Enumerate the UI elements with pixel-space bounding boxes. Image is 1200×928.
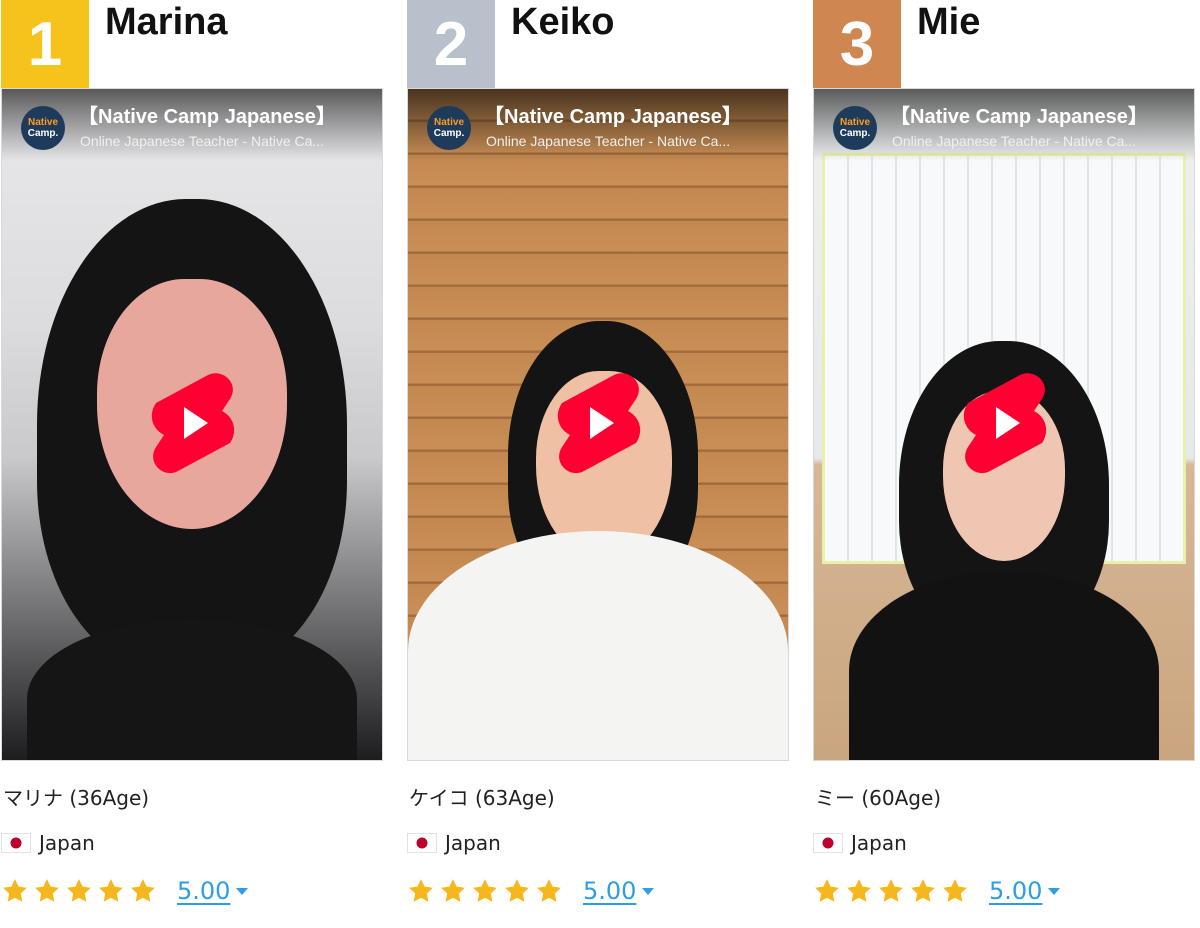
- country-name: Japan: [445, 831, 501, 855]
- youtube-shorts-play-icon[interactable]: [150, 371, 236, 475]
- rank-badge: 3: [813, 0, 901, 88]
- star-icon: [35, 879, 59, 902]
- video-header: Native Camp. 【Native Camp Japanese】 Onli…: [408, 89, 788, 161]
- rating-score-link[interactable]: 5.00: [989, 876, 1042, 906]
- star-icon: [911, 879, 935, 902]
- channel-logo[interactable]: Native Camp.: [833, 106, 877, 150]
- star-icon: [505, 879, 529, 902]
- star-rating: [407, 877, 563, 905]
- star-icon: [409, 879, 433, 902]
- japan-flag-icon: [407, 833, 437, 853]
- japan-flag-icon: [1, 833, 31, 853]
- teacher-japanese-name-age: ケイコ (63Age): [409, 786, 555, 810]
- video-header: Native Camp. 【Native Camp Japanese】 Onli…: [2, 89, 382, 161]
- japan-flag-icon: [813, 833, 843, 853]
- rating-row: 5.00: [813, 876, 1061, 906]
- country-row: Japan: [1, 829, 95, 857]
- rating-row: 5.00: [407, 876, 655, 906]
- star-icon: [441, 879, 465, 902]
- star-icon: [3, 879, 27, 902]
- rank-badge: 1: [1, 0, 89, 88]
- rank-badge: 2: [407, 0, 495, 88]
- star-icon: [815, 879, 839, 902]
- rating-score-link[interactable]: 5.00: [583, 876, 636, 906]
- rating-row: 5.00: [1, 876, 249, 906]
- video-channel[interactable]: Online Japanese Teacher - Native Ca...: [486, 132, 748, 150]
- video-channel[interactable]: Online Japanese Teacher - Native Ca...: [80, 132, 342, 150]
- video-thumbnail[interactable]: Native Camp. 【Native Camp Japanese】 Onli…: [1, 88, 383, 761]
- country-row: Japan: [407, 829, 501, 857]
- star-icon: [67, 879, 91, 902]
- star-icon: [537, 879, 561, 902]
- teacher-card-3: 3 Mie Native Camp. 【Native Camp Japanese…: [813, 0, 1195, 928]
- country-name: Japan: [851, 831, 907, 855]
- video-header: Native Camp. 【Native Camp Japanese】 Onli…: [814, 89, 1194, 161]
- video-thumbnail[interactable]: Native Camp. 【Native Camp Japanese】 Onli…: [813, 88, 1195, 761]
- country-name: Japan: [39, 831, 95, 855]
- star-rating: [813, 877, 969, 905]
- country-row: Japan: [813, 829, 907, 857]
- teacher-card-2: 2 Keiko Native Camp. 【Native Camp Japane…: [407, 0, 789, 928]
- channel-logo[interactable]: Native Camp.: [427, 106, 471, 150]
- star-rating: [1, 877, 157, 905]
- star-icon: [879, 879, 903, 902]
- star-icon: [99, 879, 123, 902]
- rating-score-link[interactable]: 5.00: [177, 876, 230, 906]
- teacher-name[interactable]: Mie: [917, 0, 980, 44]
- video-title[interactable]: 【Native Camp Japanese】: [890, 104, 1184, 130]
- youtube-shorts-play-icon[interactable]: [962, 371, 1048, 475]
- teacher-figure: [27, 199, 357, 760]
- video-thumbnail[interactable]: Native Camp. 【Native Camp Japanese】 Onli…: [407, 88, 789, 761]
- teacher-card-1: 1 Marina Native Camp. 【Native Camp Japan…: [1, 0, 383, 928]
- video-title[interactable]: 【Native Camp Japanese】: [484, 104, 778, 130]
- star-icon: [473, 879, 497, 902]
- star-icon: [847, 879, 871, 902]
- star-icon: [943, 879, 967, 902]
- video-title[interactable]: 【Native Camp Japanese】: [78, 104, 372, 130]
- youtube-shorts-play-icon[interactable]: [556, 371, 642, 475]
- teacher-japanese-name-age: マリナ (36Age): [3, 786, 150, 810]
- teacher-japanese-name-age: ミー (60Age): [815, 786, 942, 810]
- caret-down-icon[interactable]: [1048, 887, 1061, 895]
- teacher-name[interactable]: Marina: [105, 0, 227, 44]
- star-icon: [131, 879, 155, 902]
- caret-down-icon[interactable]: [236, 887, 249, 895]
- teacher-name[interactable]: Keiko: [511, 0, 614, 44]
- channel-logo[interactable]: Native Camp.: [21, 106, 65, 150]
- video-channel[interactable]: Online Japanese Teacher - Native Ca...: [892, 132, 1154, 150]
- caret-down-icon[interactable]: [642, 887, 655, 895]
